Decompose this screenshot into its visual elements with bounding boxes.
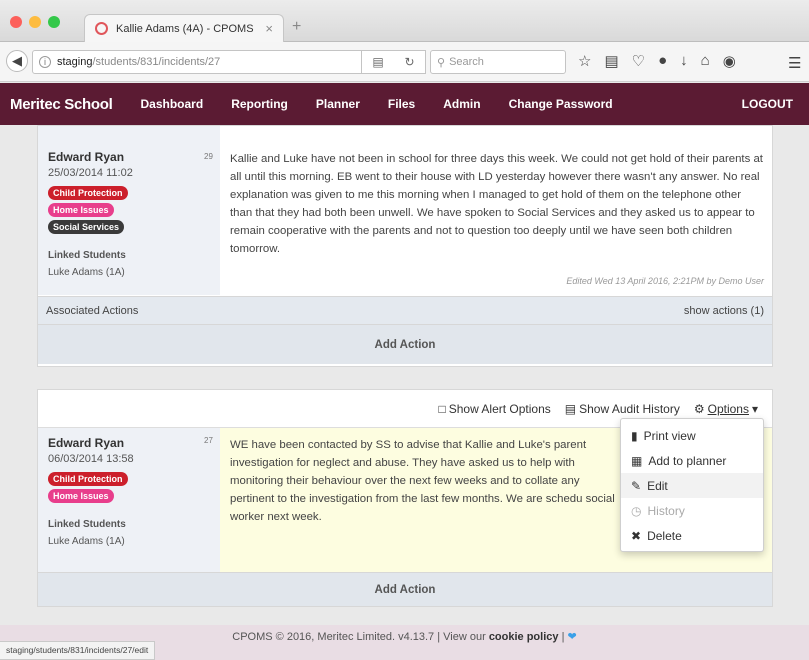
- reader-view-icon[interactable]: ▤: [372, 55, 383, 69]
- url-text: staging/students/831/incidents/27: [57, 56, 221, 68]
- clock-icon: ◷: [631, 503, 642, 518]
- category-badge-home-issues: Home Issues: [48, 489, 114, 503]
- status-url: staging/students/831/incidents/27/edit: [0, 641, 156, 660]
- nav-reporting[interactable]: Reporting: [231, 97, 288, 111]
- incident-author[interactable]: Edward Ryan: [48, 436, 210, 450]
- category-badge-child-protection: Child Protection: [48, 472, 128, 486]
- incident-date: 06/03/2014 13:58: [48, 453, 134, 465]
- browser-titlebar: Kallie Adams (4A) - CPOMS × +: [0, 0, 809, 42]
- home-icon[interactable]: ⌂: [701, 52, 710, 70]
- incident-number: 27: [204, 436, 213, 445]
- incident-text: WE have been contacted by SS to advise t…: [230, 439, 615, 523]
- gear-icon: ⚙: [693, 401, 705, 416]
- associated-actions-label: Associated Actions: [46, 304, 139, 317]
- tab-title: Kallie Adams (4A) - CPOMS: [116, 22, 254, 35]
- document-icon: ▮: [631, 428, 638, 443]
- linked-student[interactable]: Luke Adams (1A): [48, 536, 210, 547]
- associated-actions-row: Associated Actions show actions (1): [38, 296, 772, 324]
- menu-item-add-to-planner[interactable]: ▦ Add to planner: [621, 448, 763, 473]
- browser-navbar: ◀ i staging/students/831/incidents/27 ▤ …: [0, 42, 809, 82]
- close-tab-icon[interactable]: ×: [265, 21, 273, 36]
- incident-number: 29: [204, 152, 213, 161]
- incident-sidebar: Edward Ryan 06/03/2014 13:58 Child Prote…: [38, 428, 220, 572]
- search-input[interactable]: ⚲ Search: [430, 50, 566, 74]
- search-icon: ⚲: [437, 56, 446, 69]
- hamburger-menu-icon[interactable]: ☰: [788, 54, 801, 72]
- footer-separator: |: [561, 631, 565, 643]
- incident-author[interactable]: Edward Ryan: [48, 150, 210, 164]
- incident-panel: Edward Ryan 25/03/2014 11:02 Child Prote…: [37, 125, 773, 367]
- window-controls: [10, 16, 60, 28]
- menu-item-print-view[interactable]: ▮ Print view: [621, 423, 763, 448]
- options-dropdown-menu: ▮ Print view ▦ Add to planner ✎ Edit ◷ Histo…: [620, 418, 764, 552]
- twitter-icon[interactable]: ❤: [568, 631, 577, 643]
- linked-students-label: Linked Students: [48, 250, 126, 261]
- edited-note: Edited Wed 13 April 2016, 2:21PM by Demo…: [566, 276, 764, 286]
- bookmark-star-icon[interactable]: ☆: [578, 52, 591, 70]
- nav-admin[interactable]: Admin: [443, 97, 480, 111]
- incident-sidebar: Edward Ryan 25/03/2014 11:02 Child Prote…: [38, 126, 220, 295]
- linked-student[interactable]: Luke Adams (1A): [48, 267, 210, 278]
- chat-icon[interactable]: ◉: [723, 52, 736, 70]
- add-action-button[interactable]: Add Action: [38, 572, 772, 606]
- new-tab-button[interactable]: +: [292, 18, 301, 36]
- add-action-button[interactable]: Add Action: [38, 324, 772, 364]
- list-icon: ▤: [564, 401, 577, 416]
- info-icon[interactable]: i: [39, 56, 51, 68]
- alert-icon: □: [438, 401, 446, 416]
- school-brand[interactable]: Meritec School: [10, 96, 113, 113]
- calendar-icon: ▦: [631, 453, 643, 468]
- extension-icon[interactable]: ●: [658, 52, 667, 70]
- reload-icon[interactable]: ↻: [405, 55, 415, 69]
- menu-item-delete[interactable]: ✖ Delete: [621, 523, 763, 548]
- back-button[interactable]: ◀: [6, 50, 28, 72]
- maximize-window-button[interactable]: [48, 16, 60, 28]
- incident-text: Kallie and Luke have not been in school …: [230, 153, 763, 255]
- nav-files[interactable]: Files: [388, 97, 415, 111]
- close-window-button[interactable]: [10, 16, 22, 28]
- download-icon[interactable]: ↓: [680, 52, 688, 70]
- cpoms-favicon-icon: [95, 22, 108, 35]
- minimize-window-button[interactable]: [29, 16, 41, 28]
- logout-link[interactable]: LOGOUT: [742, 97, 793, 111]
- nav-planner[interactable]: Planner: [316, 97, 360, 111]
- search-placeholder: Search: [449, 56, 484, 68]
- edit-icon: ✎: [631, 478, 642, 493]
- browser-toolbar-icons: ☆ ▤ ♡ ● ↓ ⌂ ◉: [578, 52, 736, 70]
- menu-item-history[interactable]: ◷ History: [621, 498, 763, 523]
- linked-students-label: Linked Students: [48, 519, 126, 530]
- pocket-icon[interactable]: ♡: [632, 52, 645, 70]
- nav-dashboard[interactable]: Dashboard: [141, 97, 204, 111]
- site-header: Meritec School Dashboard Reporting Plann…: [0, 83, 809, 125]
- show-alert-options-button[interactable]: □ Show Alert Options: [438, 402, 550, 416]
- caret-down-icon: ▾: [751, 401, 758, 416]
- browser-tab[interactable]: Kallie Adams (4A) - CPOMS ×: [84, 14, 284, 42]
- show-actions-link[interactable]: show actions (1): [684, 305, 764, 317]
- cookie-policy-link[interactable]: cookie policy: [489, 631, 559, 643]
- delete-icon: ✖: [631, 528, 642, 543]
- category-badge-child-protection: Child Protection: [48, 186, 128, 200]
- category-badge-home-issues: Home Issues: [48, 203, 114, 217]
- url-bar[interactable]: i staging/students/831/incidents/27: [32, 50, 362, 74]
- show-audit-history-button[interactable]: ▤ Show Audit History: [565, 402, 680, 416]
- category-badge-social-services: Social Services: [48, 220, 125, 234]
- options-dropdown-toggle[interactable]: ⚙ Options ▾: [694, 402, 758, 416]
- nav-change-password[interactable]: Change Password: [509, 97, 613, 111]
- url-controls: ▤ ↻: [362, 50, 426, 74]
- menu-item-edit[interactable]: ✎ Edit: [621, 473, 763, 498]
- incident-date: 25/03/2014 11:02: [48, 167, 133, 179]
- bookmarks-icon[interactable]: ▤: [604, 52, 618, 70]
- footer-text: CPOMS © 2016, Meritec Limited. v4.13.7 |…: [232, 631, 486, 643]
